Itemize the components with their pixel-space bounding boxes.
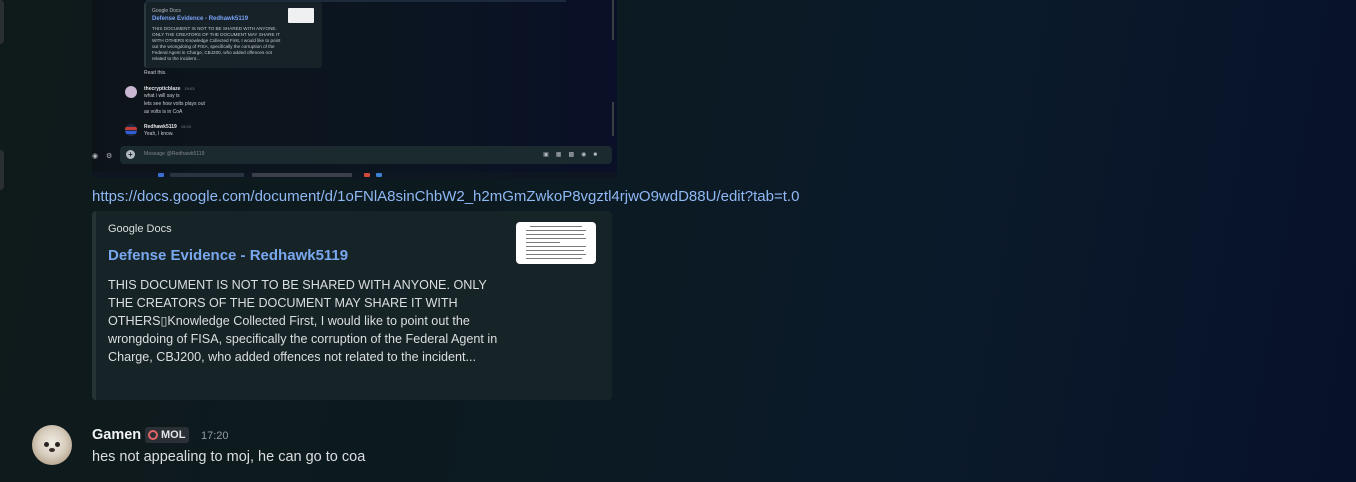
link-embed: Google Docs Defense Evidence - Redhawk51… <box>92 211 612 400</box>
message-text: hes not appealing to moj, he can go to c… <box>92 449 366 465</box>
attachment-line: what i will say is <box>144 93 180 99</box>
attachment-avatar <box>125 124 137 136</box>
embed-description: THIS DOCUMENT IS NOT TO BE SHARED WITH A… <box>108 278 498 364</box>
attachment-mini-thumbnail <box>288 8 314 23</box>
attachment-username: Redhawk5119 <box>144 124 177 130</box>
embed-title-link[interactable]: Defense Evidence - Redhawk5119 <box>108 247 348 264</box>
tag-icon <box>148 430 158 440</box>
embed-provider: Google Docs <box>108 223 172 235</box>
attachment-username: thecrypticblaze <box>144 86 181 92</box>
attachment-scrollbar <box>612 0 614 40</box>
avatar[interactable] <box>32 425 72 465</box>
server-tag-text: MOL <box>161 429 186 441</box>
server-rail-edge <box>0 0 4 44</box>
attachment-line: lets see how volts plays out <box>144 101 205 107</box>
embed-thumbnail[interactable] <box>516 222 596 264</box>
plus-icon: + <box>126 150 135 159</box>
attachment-composer-placeholder: Message @Redhawk5119 <box>144 151 205 157</box>
server-rail-edge-lower <box>0 150 4 190</box>
message-username[interactable]: Gamen <box>92 427 141 443</box>
attachment-taskbar <box>92 172 617 178</box>
attachment-timestamp: 19:03 <box>180 124 191 129</box>
message-timestamp[interactable]: 17:20 <box>201 430 229 442</box>
attachment-line: as volts is in CoA <box>144 109 183 115</box>
server-tag-badge[interactable]: MOL <box>145 427 190 443</box>
attachment-mini-embed: Google Docs Defense Evidence - Redhawk51… <box>144 2 322 68</box>
attachment-timestamp: 19:03 <box>184 86 195 91</box>
attachment-scrollbar <box>612 102 614 136</box>
attachment-composer: + Message @Redhawk5119 ▣▦▩◉■ <box>120 146 612 164</box>
screenshot-attachment[interactable]: Google Docs Defense Evidence - Redhawk51… <box>92 0 617 178</box>
google-docs-link[interactable]: https://docs.google.com/document/d/1oFNl… <box>92 188 799 205</box>
attachment-mini-title: Defense Evidence - Redhawk5119 <box>152 16 249 22</box>
attachment-mini-source: Google Docs <box>152 8 181 14</box>
attachment-avatar <box>125 86 137 98</box>
attachment-line: Yeah, I know. <box>144 131 174 137</box>
attachment-mini-desc: THIS DOCUMENT IS NOT TO BE SHARED WITH A… <box>152 26 281 61</box>
composer-action-icons: ▣▦▩◉■ <box>543 152 604 158</box>
attachment-settings-icons: ◉ ⚙ <box>92 153 116 160</box>
attachment-line: Read this. <box>144 70 167 76</box>
